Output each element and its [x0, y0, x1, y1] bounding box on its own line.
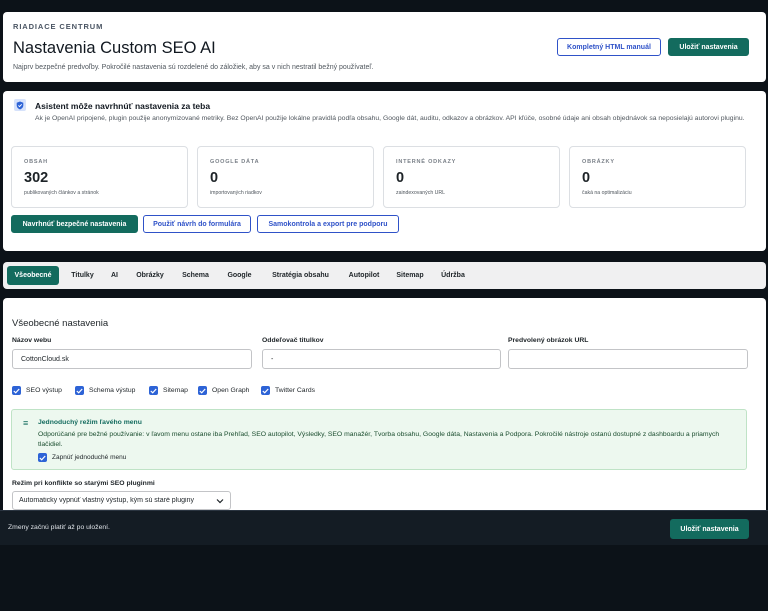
- notice-title: Jednoduchý režim ľavého menu: [38, 419, 142, 426]
- checkbox-checked-icon[interactable]: [75, 386, 84, 395]
- separator-input[interactable]: -: [262, 349, 501, 369]
- stat-value: 0: [396, 170, 405, 186]
- stat-card-images: OBRÁZKY 0 čaká na optimalizáciu: [569, 146, 746, 208]
- assistant-title: Asistent môže navrhnúť nastavenia za teb…: [35, 101, 211, 111]
- stat-caption: čaká na optimalizáciu: [582, 190, 632, 196]
- stat-caption: importovaných riadkov: [210, 190, 262, 196]
- default-image-input[interactable]: [508, 349, 748, 369]
- stat-caption: publikovaných článkov a stránok: [24, 190, 99, 196]
- suggest-settings-button[interactable]: Navrhnúť bezpečné nastavenia: [11, 215, 138, 233]
- tab-sitemap[interactable]: Sitemap: [392, 266, 428, 285]
- menu-icon: ≡: [23, 418, 29, 428]
- default-image-label: Predvolený obrázok URL: [508, 337, 589, 344]
- checkbox-label: Open Graph: [212, 387, 250, 394]
- simple-menu-notice: ≡ Jednoduchý režim ľavého menu Odporúčan…: [11, 409, 747, 470]
- stat-card-content: OBSAH 302 publikovaných článkov a stráno…: [11, 146, 188, 208]
- checkbox-seo-output[interactable]: SEO výstup: [12, 386, 62, 395]
- stat-label: GOOGLE DÁTA: [210, 159, 260, 165]
- stat-card-google-data: GOOGLE DÁTA 0 importovaných riadkov: [197, 146, 374, 208]
- chevron-down-icon: [216, 498, 224, 503]
- assistant-description: Ak je OpenAI pripojené, plugin použije a…: [35, 115, 745, 122]
- settings-tabs: Všeobecné Titulky AI Obrázky Schema Goog…: [3, 262, 766, 289]
- conflict-mode-value: Automaticky vypnúť vlastný výstup, kým s…: [19, 497, 194, 504]
- checkbox-simple-menu[interactable]: Zapnúť jednoduché menu: [38, 453, 126, 462]
- checkbox-checked-icon[interactable]: [12, 386, 21, 395]
- stat-value: 0: [210, 170, 219, 186]
- tab-autopilot[interactable]: Autopilot: [343, 266, 385, 285]
- notice-body: Odporúčané pre bežné používanie: v ľavom…: [38, 431, 720, 448]
- page-subtitle: Najprv bezpečné predvoľby. Pokročilé nas…: [13, 64, 374, 71]
- tab-obrazky[interactable]: Obrázky: [130, 266, 170, 285]
- checkbox-schema-output[interactable]: Schema výstup: [75, 386, 135, 395]
- general-settings-card: Všeobecné nastavenia Názov webu CottonCl…: [3, 298, 766, 538]
- site-name-input[interactable]: CottonCloud.sk: [12, 349, 252, 369]
- checkbox-checked-icon[interactable]: [198, 386, 207, 395]
- sticky-save-bar: Zmeny začnú platiť až po uložení. Uložiť…: [0, 510, 768, 545]
- separator-label: Oddeľovač titulkov: [262, 337, 324, 344]
- stat-label: OBRÁZKY: [582, 159, 615, 165]
- conflict-mode-label: Režim pri konflikte so starými SEO plugi…: [12, 480, 155, 487]
- settings-header-card: RIADIACE CENTRUM Nastavenia Custom SEO A…: [3, 12, 766, 82]
- tab-ai[interactable]: AI: [106, 266, 123, 285]
- checkbox-checked-icon[interactable]: [149, 386, 158, 395]
- tab-google[interactable]: Google: [223, 266, 256, 285]
- assistant-card: Asistent môže navrhnúť nastavenia za teb…: [3, 91, 766, 251]
- section-title: Všeobecné nastavenia: [12, 318, 109, 329]
- save-settings-button[interactable]: Uložiť nastavenia: [668, 38, 749, 56]
- stat-value: 302: [24, 170, 49, 186]
- apply-suggestion-button[interactable]: Použiť návrh do formulára: [143, 215, 251, 233]
- checkbox-label: Schema výstup: [89, 387, 136, 394]
- shield-check-icon: [14, 99, 26, 111]
- checkbox-open-graph[interactable]: Open Graph: [198, 386, 249, 395]
- stat-label: OBSAH: [24, 159, 48, 165]
- checkbox-sitemap[interactable]: Sitemap: [149, 386, 188, 395]
- stat-card-internal-links: INTERNÉ ODKAZY 0 zaindexovaných URL: [383, 146, 560, 208]
- page-title: Nastavenia Custom SEO AI: [13, 39, 216, 57]
- breadcrumb: RIADIACE CENTRUM: [13, 22, 104, 31]
- save-note: Zmeny začnú platiť až po uložení.: [8, 524, 110, 531]
- checkbox-checked-icon[interactable]: [261, 386, 270, 395]
- tab-schema[interactable]: Schema: [177, 266, 214, 285]
- tab-vseobecne[interactable]: Všeobecné: [7, 266, 59, 285]
- checkbox-checked-icon[interactable]: [38, 453, 47, 462]
- checkbox-label: SEO výstup: [26, 387, 62, 394]
- selfcheck-export-button[interactable]: Samokontrola a export pre podporu: [257, 215, 399, 233]
- checkbox-label: Twitter Cards: [275, 387, 316, 394]
- tab-udrzba[interactable]: Údržba: [437, 266, 469, 285]
- checkbox-twitter-cards[interactable]: Twitter Cards: [261, 386, 315, 395]
- site-name-label: Názov webu: [12, 337, 52, 344]
- stat-label: INTERNÉ ODKAZY: [396, 159, 457, 165]
- conflict-mode-select[interactable]: Automaticky vypnúť vlastný výstup, kým s…: [12, 491, 231, 510]
- manual-button[interactable]: Kompletný HTML manuál: [557, 38, 661, 56]
- checkbox-label: Zapnúť jednoduché menu: [52, 454, 127, 461]
- tab-strategia-obsahu[interactable]: Stratégia obsahu: [264, 266, 337, 285]
- checkbox-label: Sitemap: [163, 387, 188, 394]
- footer-save-button[interactable]: Uložiť nastavenia: [670, 519, 749, 539]
- tab-titulky[interactable]: Titulky: [64, 266, 101, 285]
- stat-value: 0: [582, 170, 591, 186]
- stat-caption: zaindexovaných URL: [396, 190, 446, 196]
